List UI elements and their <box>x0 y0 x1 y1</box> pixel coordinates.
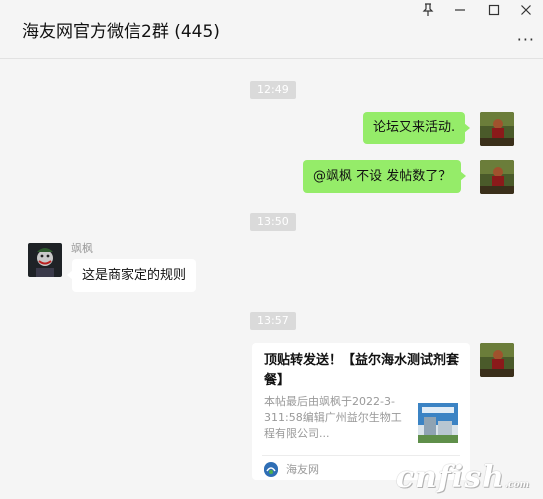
divider <box>262 455 460 456</box>
my-avatar[interactable] <box>480 160 514 194</box>
link-card-source: 海友网 <box>286 463 319 476</box>
message-bubble-other[interactable]: 这是商家定的规则 <box>66 259 197 292</box>
link-card-title: 顶贴转发送！【益尔海水测试剂套餐】 <box>264 353 460 388</box>
sender-name: 飒枫 <box>71 242 93 255</box>
site-watermark: cnfish.com <box>395 460 529 495</box>
message-bubble-mine[interactable]: 论坛又来活动. <box>363 112 471 144</box>
timestamp: 12:49 <box>250 81 296 99</box>
more-options-icon[interactable]: ··· <box>517 30 535 49</box>
timestamp: 13:50 <box>250 213 296 231</box>
link-card-description: 本帖最后由飒枫于2022-3-311:58编辑广州益尔生物工程有限公司... <box>264 395 402 440</box>
haiyouwang-logo-icon <box>264 462 278 477</box>
sender-avatar[interactable] <box>28 243 62 277</box>
title-bar: 海友网官方微信2群 (445) ··· <box>0 0 543 59</box>
article-thumbnail-image <box>418 403 458 443</box>
pin-icon[interactable] <box>415 3 441 21</box>
my-avatar[interactable] <box>480 343 514 377</box>
minimize-icon[interactable] <box>447 3 473 21</box>
chat-title: 海友网官方微信2群 (445) <box>22 22 220 42</box>
my-avatar[interactable] <box>480 112 514 146</box>
timestamp: 13:57 <box>250 312 296 330</box>
message-bubble-mine[interactable]: @飒枫 不设 发帖数了？ <box>303 160 467 193</box>
close-icon[interactable] <box>513 3 539 21</box>
maximize-icon[interactable] <box>481 3 507 21</box>
